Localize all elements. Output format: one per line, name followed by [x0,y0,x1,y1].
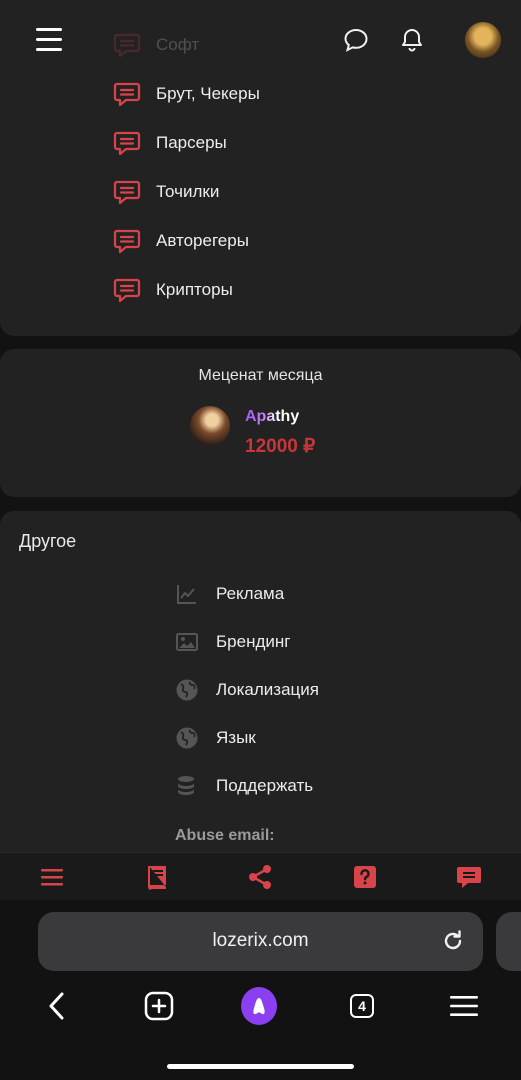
site-nav-share[interactable] [246,863,274,891]
reload-icon[interactable] [441,929,465,953]
forum-item-tochilki[interactable]: Точилки [112,177,219,207]
chart-icon [177,585,196,604]
coins-icon [178,776,194,795]
menu-icon [41,869,63,886]
forum-item-label: Брут, Чекеры [156,84,260,103]
globe-icon [176,727,198,749]
site-nav-help[interactable] [351,863,379,891]
abuse-email-label: Abuse email: [175,827,275,844]
forum-item-label: Крипторы [156,280,233,299]
comment-icon [457,867,481,888]
other-item-label: Реклама [216,584,285,603]
forum-item-brute-checkers[interactable]: Брут, Чекеры [112,79,260,109]
share-icon [249,865,271,889]
other-item-localization[interactable]: Локализация [175,678,319,702]
site-nav-chat[interactable] [455,863,483,891]
next-tab-peek[interactable] [496,912,521,971]
other-item-label: Язык [216,728,256,747]
top-header [0,0,521,82]
back-icon [49,992,64,1020]
address-bar[interactable]: lozerix.com [38,912,483,971]
image-icon [176,633,198,651]
forum-item-parsers[interactable]: Парсеры [112,128,227,158]
alice-icon [241,987,277,1025]
forum-item-autoregers[interactable]: Авторегеры [112,226,249,256]
menu-icon[interactable] [36,28,62,52]
forum-item-label: Авторегеры [156,231,249,250]
other-item-label: Брендинг [216,632,291,651]
new-tab-button[interactable] [141,988,177,1024]
alice-button[interactable] [241,987,277,1025]
bell-icon[interactable] [400,27,424,53]
site-nav-menu[interactable] [38,863,66,891]
comment-icon [113,131,141,156]
globe-icon [176,679,198,701]
menu-icon [450,996,478,1016]
tab-count: 4 [350,994,374,1018]
other-item-support[interactable]: Поддержать [175,774,313,798]
url-text: lozerix.com [212,930,309,951]
back-button[interactable] [39,988,75,1024]
help-icon [354,866,376,888]
patron-avatar[interactable] [190,406,230,446]
other-item-branding[interactable]: Брендинг [175,630,290,654]
new-tab-icon [144,991,174,1021]
book-icon [148,866,166,890]
other-section-title: Другое [19,531,77,551]
forum-item-label: Парсеры [156,133,227,152]
patron-title: Меценат месяца [198,367,323,384]
comment-icon [113,278,141,303]
site-nav-book[interactable] [143,863,171,891]
forum-item-label: Точилки [156,182,220,201]
other-item-advertising[interactable]: Реклама [175,582,284,606]
patron-amount: 12000 ₽ [245,436,316,457]
site-bottom-nav [0,852,521,901]
home-indicator [167,1064,354,1069]
other-item-label: Поддержать [216,776,314,795]
comment-icon [113,82,141,107]
comment-icon [113,229,141,254]
forum-item-cryptors[interactable]: Крипторы [112,275,233,305]
comment-icon [113,180,141,205]
user-avatar[interactable] [465,22,501,58]
other-item-language[interactable]: Язык [175,726,256,750]
tabs-button[interactable]: 4 [344,988,380,1024]
chat-icon[interactable] [343,27,369,53]
browser-menu-button[interactable] [446,988,482,1024]
patron-name[interactable]: Apathy [245,408,299,426]
other-item-label: Локализация [216,680,319,699]
